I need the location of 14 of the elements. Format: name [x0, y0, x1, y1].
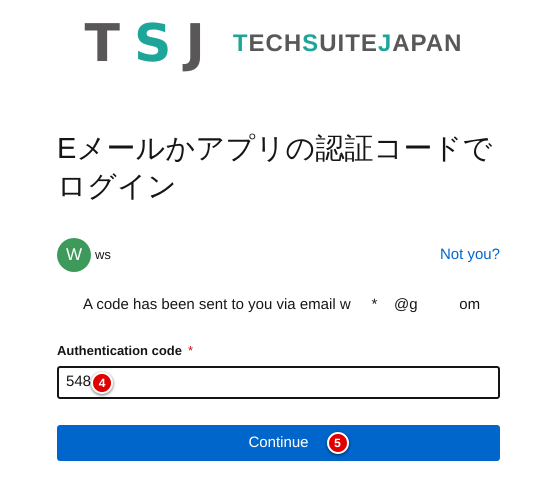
logo-wordmark: TECHSUITEJAPAN	[232, 32, 462, 56]
not-you-link[interactable]: Not you?	[440, 244, 500, 266]
logo-mark: T S J	[84, 18, 219, 70]
code-sent-message: A code has been sent to you via email w * @g om	[83, 295, 482, 315]
authentication-code-field[interactable]: 548 4	[57, 366, 500, 399]
step-badge: 5	[326, 432, 349, 454]
field-value: 548	[66, 372, 92, 392]
field-label: Authentication code	[57, 342, 182, 360]
user-avatar: W	[57, 238, 91, 272]
required-mark: *	[188, 342, 194, 360]
page-heading: Eメールかアプリの認証コードでログイン	[57, 132, 494, 205]
continue-button[interactable]: Continue 5	[57, 425, 500, 461]
step-badge: 4	[91, 372, 114, 394]
user-name: ws	[95, 246, 111, 264]
